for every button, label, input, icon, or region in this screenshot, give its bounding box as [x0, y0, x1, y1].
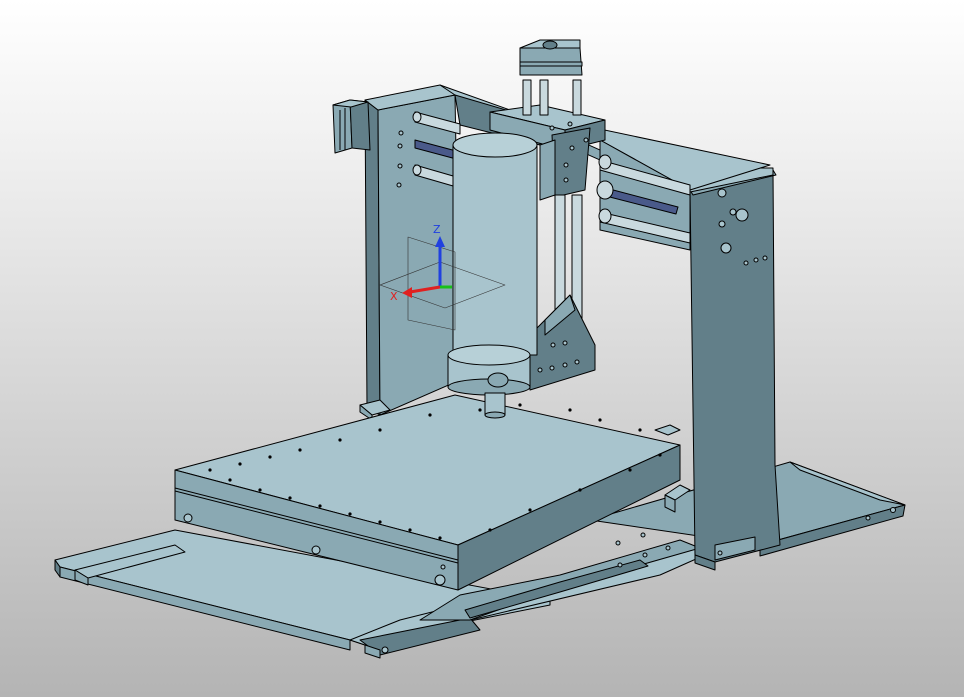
z-stepper-motor[interactable]	[519, 39, 583, 116]
x-axis-label: X	[390, 290, 398, 303]
cad-viewport[interactable]: Z X	[0, 0, 964, 697]
z-axis-label: Z	[433, 223, 441, 236]
spindle[interactable]	[447, 132, 538, 419]
y-stepper-motor[interactable]	[332, 99, 371, 154]
cnc-router-model[interactable]: Z X	[0, 0, 964, 697]
spindle-body[interactable]	[452, 144, 538, 356]
